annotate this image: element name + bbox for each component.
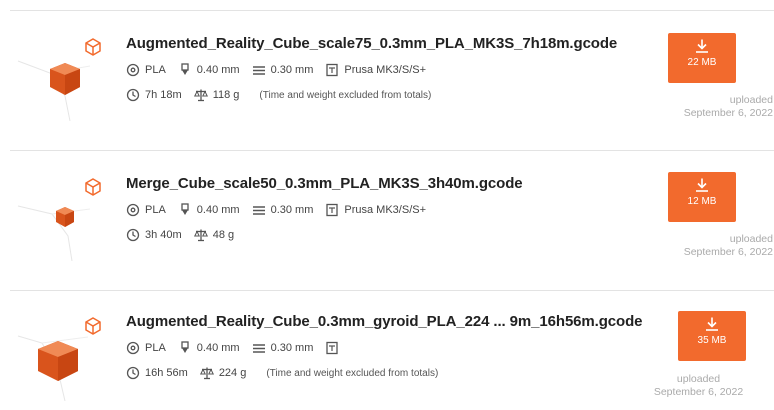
layer-height-value: 0.30 mm bbox=[270, 64, 314, 76]
print-time-value: 3h 40m bbox=[145, 229, 182, 241]
file-size: 12 MB bbox=[687, 196, 717, 207]
uploaded-label: uploaded bbox=[729, 94, 773, 106]
printer-icon bbox=[326, 63, 339, 77]
file-size: 22 MB bbox=[687, 57, 717, 68]
file-name-link[interactable]: Augmented_Reality_Cube_scale75_0.3mm_PLA… bbox=[126, 35, 617, 52]
layer-info: 0.30 mm bbox=[252, 203, 314, 217]
upload-info: uploaded September 6, 2022 bbox=[641, 373, 756, 399]
layers-icon bbox=[252, 66, 265, 75]
printer-value: Prusa MK3/S/S+ bbox=[344, 64, 427, 76]
download-icon bbox=[706, 317, 718, 331]
weight-info: 118 g bbox=[193, 88, 240, 102]
layers-icon bbox=[252, 344, 265, 353]
gcode-file-icon bbox=[83, 177, 103, 197]
upload-info: uploaded September 6, 2022 bbox=[663, 94, 773, 120]
nozzle-value: 0.40 mm bbox=[196, 204, 240, 216]
download-button[interactable]: 12 MB bbox=[668, 172, 736, 222]
layer-height-value: 0.30 mm bbox=[270, 342, 314, 354]
download-button[interactable]: 22 MB bbox=[668, 33, 736, 83]
model-thumbnail[interactable] bbox=[10, 151, 120, 262]
nozzle-info: 0.40 mm bbox=[178, 63, 240, 77]
file-row: Merge_Cube_scale50_0.3mm_PLA_MK3S_3h40m.… bbox=[10, 150, 774, 286]
print-settings: PLA 0.40 mm 0.30 mm Prusa MK3/S/S+ bbox=[126, 63, 438, 77]
material-info: PLA bbox=[126, 203, 166, 217]
printer-info bbox=[325, 341, 344, 355]
nozzle-value: 0.40 mm bbox=[196, 64, 240, 76]
material-value: PLA bbox=[145, 204, 166, 216]
weight-value: 48 g bbox=[212, 229, 235, 241]
file-name-link[interactable]: Augmented_Reality_Cube_0.3mm_gyroid_PLA_… bbox=[126, 313, 643, 330]
material-value: PLA bbox=[145, 64, 166, 76]
print-settings: PLA 0.40 mm 0.30 mm Prusa MK3/S/S+ bbox=[126, 203, 438, 217]
download-icon bbox=[696, 178, 708, 192]
scale-icon bbox=[193, 229, 208, 242]
nozzle-icon bbox=[181, 63, 189, 75]
layer-info: 0.30 mm bbox=[252, 63, 314, 77]
printer-info: Prusa MK3/S/S+ bbox=[325, 203, 426, 217]
printer-info: Prusa MK3/S/S+ bbox=[325, 63, 426, 77]
download-button[interactable]: 35 MB bbox=[678, 311, 746, 361]
print-stats: 7h 18m 118 g (Time and weight excluded f… bbox=[126, 88, 431, 102]
totals-note: (Time and weight excluded from totals) bbox=[266, 367, 439, 379]
printer-icon bbox=[326, 341, 339, 355]
gcode-file-icon bbox=[83, 316, 103, 336]
spool-icon bbox=[126, 203, 140, 217]
time-info: 3h 40m bbox=[126, 228, 182, 242]
clock-icon bbox=[126, 228, 140, 242]
uploaded-date: September 6, 2022 bbox=[683, 246, 773, 258]
print-time-value: 16h 56m bbox=[145, 367, 188, 379]
weight-info: 48 g bbox=[193, 228, 235, 242]
weight-info: 224 g bbox=[199, 366, 247, 380]
material-value: PLA bbox=[145, 342, 166, 354]
nozzle-icon bbox=[181, 341, 189, 353]
material-info: PLA bbox=[126, 63, 166, 77]
weight-value: 118 g bbox=[212, 89, 240, 101]
print-settings: PLA 0.40 mm 0.30 mm bbox=[126, 341, 356, 355]
uploaded-label: uploaded bbox=[676, 373, 721, 385]
scale-icon bbox=[199, 367, 214, 380]
uploaded-date: September 6, 2022 bbox=[653, 386, 744, 398]
clock-icon bbox=[126, 366, 140, 380]
material-info: PLA bbox=[126, 341, 166, 355]
uploaded-label: uploaded bbox=[729, 233, 773, 245]
nozzle-info: 0.40 mm bbox=[178, 341, 240, 355]
layer-height-value: 0.30 mm bbox=[270, 204, 314, 216]
print-time-value: 7h 18m bbox=[145, 89, 182, 101]
nozzle-value: 0.40 mm bbox=[196, 342, 240, 354]
nozzle-icon bbox=[181, 203, 189, 215]
file-size: 35 MB bbox=[697, 335, 727, 346]
clock-icon bbox=[126, 88, 140, 102]
printer-value: Prusa MK3/S/S+ bbox=[344, 204, 427, 216]
layers-icon bbox=[252, 206, 265, 215]
printer-icon bbox=[326, 203, 339, 217]
model-thumbnail[interactable] bbox=[10, 291, 120, 402]
totals-note: (Time and weight excluded from totals) bbox=[259, 89, 432, 101]
uploaded-date: September 6, 2022 bbox=[683, 107, 773, 119]
print-stats: 16h 56m 224 g (Time and weight excluded … bbox=[126, 366, 438, 380]
file-row: Augmented_Reality_Cube_scale75_0.3mm_PLA… bbox=[10, 10, 774, 148]
gcode-file-icon bbox=[83, 37, 103, 57]
time-info: 16h 56m bbox=[126, 366, 188, 380]
scale-icon bbox=[193, 89, 208, 102]
weight-value: 224 g bbox=[218, 367, 247, 379]
nozzle-info: 0.40 mm bbox=[178, 203, 240, 217]
download-icon bbox=[696, 39, 708, 53]
layer-info: 0.30 mm bbox=[252, 341, 314, 355]
file-row: Augmented_Reality_Cube_0.3mm_gyroid_PLA_… bbox=[10, 290, 774, 410]
time-info: 7h 18m bbox=[126, 88, 182, 102]
upload-info: uploaded September 6, 2022 bbox=[663, 233, 773, 259]
spool-icon bbox=[126, 341, 140, 355]
model-thumbnail[interactable] bbox=[10, 11, 120, 122]
file-name-link[interactable]: Merge_Cube_scale50_0.3mm_PLA_MK3S_3h40m.… bbox=[126, 175, 523, 192]
print-stats: 3h 40m 48 g bbox=[126, 228, 246, 242]
spool-icon bbox=[126, 63, 140, 77]
